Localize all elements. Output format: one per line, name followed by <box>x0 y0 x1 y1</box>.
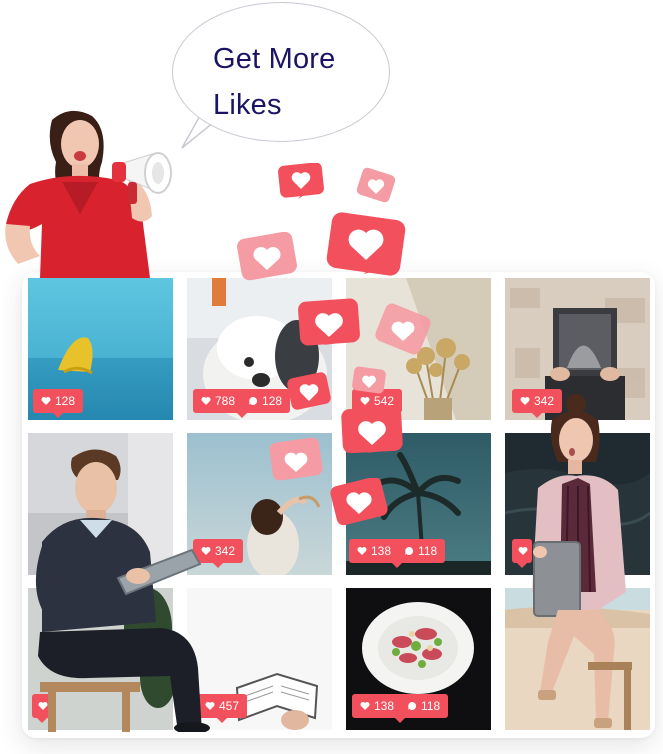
heart-icon <box>360 702 370 710</box>
floating-heart-icon <box>237 232 297 281</box>
like-comment-badge: 138 118 <box>352 694 449 723</box>
speech-bubble-line-2: Likes <box>213 89 282 121</box>
heart-icon <box>201 397 211 405</box>
heart-icon <box>357 547 367 555</box>
comment-icon <box>405 546 414 555</box>
floating-heart-icon <box>269 437 323 481</box>
floating-heart-icon <box>298 298 360 346</box>
comment-count: 118 <box>418 544 438 558</box>
man-tablet-illustration <box>35 449 210 732</box>
floating-heart-icon <box>330 478 388 526</box>
floating-heart-icon <box>287 372 331 410</box>
comment-icon <box>408 701 417 710</box>
speech-bubble-line-1: Get More <box>213 43 336 75</box>
like-count: 138 <box>374 699 395 713</box>
floating-heart-icon <box>326 212 406 276</box>
comment-icon <box>249 396 258 405</box>
floating-heart-icon <box>278 163 324 199</box>
like-count: 138 <box>371 544 392 558</box>
like-comment-badge: 138 118 <box>349 539 446 568</box>
like-count: 788 <box>215 394 236 408</box>
like-badge: 128 <box>33 389 84 418</box>
like-count: 128 <box>55 394 76 408</box>
comment-count: 118 <box>421 699 441 713</box>
woman-surprised-illustration <box>532 394 632 730</box>
like-comment-badge: 788 128 <box>193 389 291 418</box>
heart-icon <box>41 397 51 405</box>
comment-count: 128 <box>262 394 283 408</box>
floating-heart-icon <box>341 406 403 454</box>
woman-megaphone-illustration <box>5 110 172 278</box>
floating-heart-icon <box>352 366 386 394</box>
floating-heart-icon <box>356 167 396 203</box>
floating-heart-icon <box>375 303 431 355</box>
speech-bubble-text: Get More Likes <box>213 36 335 128</box>
